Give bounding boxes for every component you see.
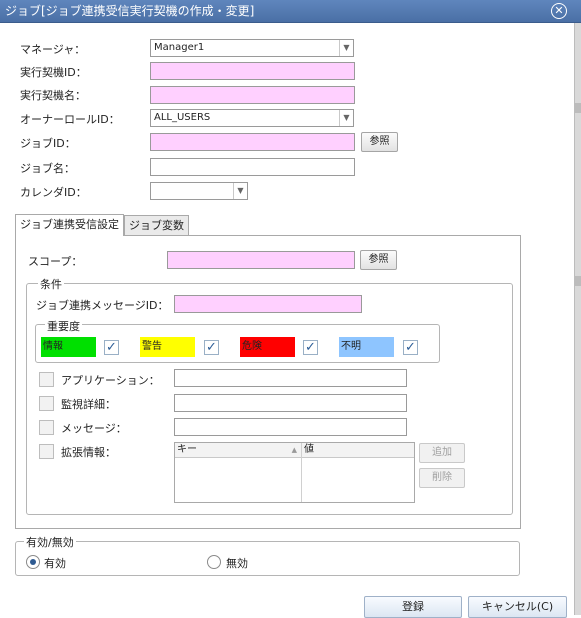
ext-info-checkbox[interactable] xyxy=(39,444,54,459)
monitor-detail-checkbox[interactable] xyxy=(39,396,54,411)
manager-value: Manager1 xyxy=(154,42,205,53)
conditions-title: 条件 xyxy=(38,276,64,292)
validity-group xyxy=(15,541,520,576)
ext-add-button[interactable]: 追加 xyxy=(419,443,465,463)
resize-strip xyxy=(574,23,581,615)
trigger-name-label: 実行契機名： xyxy=(20,89,86,102)
chevron-down-icon: ▼ xyxy=(339,40,353,56)
validity-title: 有効/無効 xyxy=(24,534,76,550)
ext-delete-button[interactable]: 削除 xyxy=(419,468,465,488)
severity-warning-checkbox[interactable]: ✓ xyxy=(204,340,219,355)
severity-title: 重要度 xyxy=(45,318,82,334)
severity-warning-swatch: 警告 xyxy=(140,337,195,357)
severity-info-label: 情報 xyxy=(43,341,63,352)
trigger-id-label: 実行契機ID： xyxy=(20,66,87,79)
window-title: ジョブ[ジョブ連携受信実行契機の作成・変更] xyxy=(5,4,255,18)
ext-info-table[interactable]: キー ▲ 値 xyxy=(174,442,415,503)
chevron-down-icon: ▼ xyxy=(233,183,247,199)
trigger-name-input[interactable] xyxy=(150,86,355,104)
enabled-label: 有効 xyxy=(44,557,66,570)
message-id-label: ジョブ連携メッセージID： xyxy=(36,299,169,312)
severity-critical-swatch: 危険 xyxy=(240,337,295,357)
manager-select[interactable]: Manager1 ▼ xyxy=(150,39,354,57)
severity-unknown-swatch: 不明 xyxy=(339,337,394,357)
manager-label: マネージャ： xyxy=(20,43,86,56)
job-id-ref-button[interactable]: 参照 xyxy=(361,132,398,152)
resize-notch xyxy=(575,276,581,286)
owner-role-value: ALL_USERS xyxy=(154,112,211,123)
message-id-input[interactable] xyxy=(174,295,362,313)
scope-label: スコープ： xyxy=(28,255,83,268)
title-bar: ジョブ[ジョブ連携受信実行契機の作成・変更] ✕ xyxy=(0,0,581,23)
disabled-label: 無効 xyxy=(226,557,248,570)
severity-critical-label: 危険 xyxy=(242,341,262,352)
close-button[interactable]: ✕ xyxy=(551,3,567,19)
job-id-input[interactable] xyxy=(150,133,355,151)
application-checkbox[interactable] xyxy=(39,372,54,387)
severity-info-swatch: 情報 xyxy=(41,337,96,357)
ext-key-header[interactable]: キー ▲ xyxy=(175,443,301,458)
severity-unknown-checkbox[interactable]: ✓ xyxy=(403,340,418,355)
severity-critical-checkbox[interactable]: ✓ xyxy=(303,340,318,355)
ext-value-header-label: 値 xyxy=(304,444,314,455)
trigger-id-input[interactable] xyxy=(150,62,355,80)
severity-info-checkbox[interactable]: ✓ xyxy=(104,340,119,355)
job-name-label: ジョブ名： xyxy=(20,162,75,175)
tab-job-variables[interactable]: ジョブ変数 xyxy=(124,215,189,236)
column-divider xyxy=(301,443,302,502)
severity-warning-label: 警告 xyxy=(142,341,162,352)
chevron-down-icon: ▼ xyxy=(339,110,353,126)
calendar-select[interactable]: ▼ xyxy=(150,182,248,200)
application-label: アプリケーション： xyxy=(61,374,160,387)
monitor-detail-label: 監視詳細： xyxy=(61,398,116,411)
ext-value-header[interactable]: 値 xyxy=(302,443,414,458)
close-icon: ✕ xyxy=(554,4,564,17)
severity-unknown-label: 不明 xyxy=(341,341,361,352)
message-checkbox[interactable] xyxy=(39,420,54,435)
owner-role-select[interactable]: ALL_USERS ▼ xyxy=(150,109,354,127)
owner-role-label: オーナーロールID： xyxy=(20,113,120,126)
message-label: メッセージ： xyxy=(61,422,127,435)
scope-input[interactable] xyxy=(167,251,355,269)
ext-key-header-label: キー xyxy=(177,444,197,455)
job-id-label: ジョブID： xyxy=(20,137,76,150)
scope-ref-button[interactable]: 参照 xyxy=(360,250,397,270)
ext-info-label: 拡張情報： xyxy=(61,446,116,459)
tab-receive-settings[interactable]: ジョブ連携受信設定 xyxy=(15,214,124,236)
application-input[interactable] xyxy=(174,369,407,387)
message-input[interactable] xyxy=(174,418,407,436)
sort-up-icon: ▲ xyxy=(291,446,297,454)
monitor-detail-input[interactable] xyxy=(174,394,407,412)
disabled-radio[interactable] xyxy=(207,555,221,569)
resize-notch xyxy=(575,103,581,113)
enabled-radio[interactable] xyxy=(26,555,40,569)
job-name-input[interactable] xyxy=(150,158,355,176)
calendar-label: カレンダID： xyxy=(20,186,87,199)
